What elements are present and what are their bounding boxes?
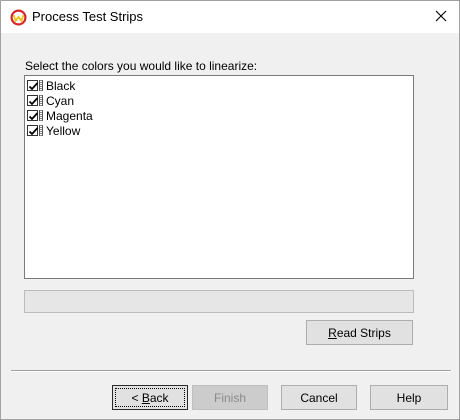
read-strips-label: Read Strips [328, 325, 391, 340]
window-title: Process Test Strips [32, 9, 144, 24]
color-swatch-icon [39, 125, 43, 136]
list-item-black[interactable]: Black [27, 78, 75, 93]
color-swatch-icon [39, 110, 43, 121]
color-label-magenta: Magenta [46, 108, 93, 123]
color-label-cyan: Cyan [46, 93, 75, 108]
read-strips-button[interactable]: Read Strips [306, 320, 413, 345]
checkmark-icon [28, 82, 39, 91]
help-button[interactable]: Help [370, 385, 448, 410]
back-button[interactable]: < Back [112, 385, 188, 410]
title-bar: Process Test Strips [1, 1, 459, 33]
checkmark-icon [28, 97, 39, 106]
checkbox-black[interactable] [27, 80, 39, 91]
cancel-button[interactable]: Cancel [281, 385, 357, 410]
separator [11, 370, 451, 372]
help-label: Help [396, 390, 422, 405]
color-label-yellow: Yellow [46, 123, 81, 138]
instruction-label: Select the colors you would like to line… [25, 59, 258, 73]
checkbox-cyan[interactable] [27, 95, 39, 106]
finish-label: Finish [213, 390, 246, 405]
cancel-label: Cancel [300, 390, 338, 405]
app-logo-w-icon [10, 9, 27, 26]
list-item-magenta[interactable]: Magenta [27, 108, 93, 123]
color-checklist[interactable]: Black Cyan Magenta Yellow [24, 75, 414, 279]
color-swatch-icon [39, 95, 43, 106]
list-item-cyan[interactable]: Cyan [27, 93, 74, 108]
close-icon [435, 10, 447, 25]
list-item-yellow[interactable]: Yellow [27, 123, 80, 138]
close-button[interactable] [422, 1, 459, 33]
color-label-black: Black [46, 78, 76, 93]
checkmark-icon [28, 112, 39, 121]
checkbox-magenta[interactable] [27, 110, 39, 121]
checkbox-yellow[interactable] [27, 125, 39, 136]
dialog-window: Process Test Strips Select the colors yo… [0, 0, 460, 420]
checkmark-icon [28, 127, 39, 136]
progress-bar [24, 290, 414, 313]
color-swatch-icon [39, 80, 43, 91]
focus-ring [115, 388, 185, 407]
finish-button[interactable]: Finish [192, 385, 268, 410]
